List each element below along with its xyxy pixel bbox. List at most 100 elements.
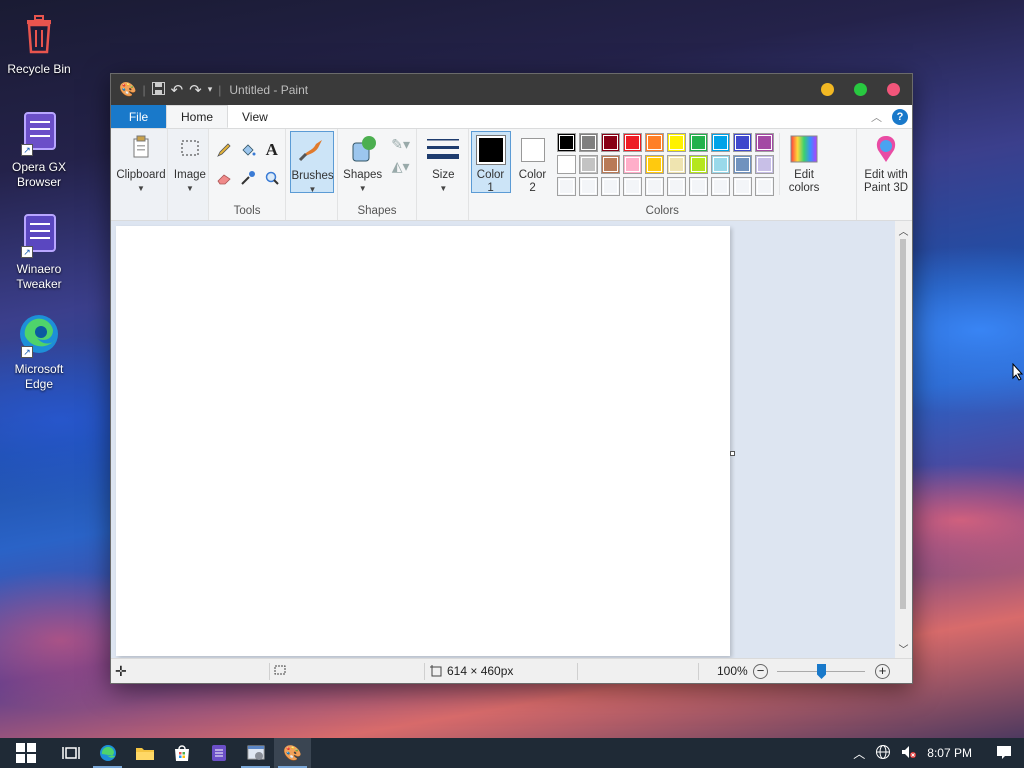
palette-swatch[interactable] [600,177,620,196]
palette-swatch[interactable] [666,155,686,174]
tab-file[interactable]: File [111,105,166,128]
volume-muted-icon[interactable] [901,744,917,763]
palette-swatch[interactable] [644,133,664,152]
zoom-slider-thumb[interactable] [817,664,826,679]
color1-button[interactable]: Color 1 [470,131,511,194]
paint-app-icon[interactable]: 🎨 [119,81,136,98]
color2-button[interactable]: Color 2 [513,133,553,195]
taskbar-settings-app[interactable] [237,738,274,768]
taskbar-notepad-app[interactable] [200,738,237,768]
palette-swatch[interactable] [688,155,708,174]
ribbon: Clipboard ▼ Image ▼ A Tools Brushes ▼ Sh… [111,129,912,221]
clipboard-button[interactable]: Clipboard ▼ [115,133,167,195]
scroll-up-icon[interactable]: ︿ [895,223,912,238]
color-picker-icon[interactable] [239,169,257,187]
help-icon[interactable]: ? [892,108,908,125]
taskbar-paint[interactable]: 🎨 [274,738,311,768]
image-group: Image ▼ [167,129,210,220]
palette-swatch[interactable] [600,155,620,174]
window-title: Untitled - Paint [229,82,309,97]
start-button[interactable] [0,738,52,768]
desktop-icon-recycle-bin[interactable]: Recycle Bin [4,10,74,77]
palette-swatch[interactable] [710,133,730,152]
tab-home[interactable]: Home [166,105,229,128]
redo-icon[interactable]: ↷ [189,81,202,99]
minimize-button[interactable] [821,83,834,96]
palette-swatch[interactable] [622,155,642,174]
desktop-icon-winaero[interactable]: ↗ Winaero Tweaker [4,210,74,292]
close-button[interactable] [887,83,900,96]
palette-swatch[interactable] [644,155,664,174]
scroll-down-icon[interactable]: ﹀ [895,641,912,656]
palette-swatch[interactable] [600,133,620,152]
palette-swatch[interactable] [578,155,598,174]
pencil-icon[interactable] [215,141,233,159]
text-tool-icon[interactable]: A [263,141,281,159]
windows-icon [16,743,36,763]
chevron-up-icon[interactable]: ︿ [853,745,865,762]
palette-swatch[interactable] [556,155,576,174]
zoom-in-icon[interactable]: + [875,663,890,679]
palette-swatch[interactable] [710,155,730,174]
palette-swatch[interactable] [622,133,642,152]
palette-swatch[interactable] [666,133,686,152]
palette-swatch[interactable] [732,177,752,196]
palette-swatch[interactable] [644,177,664,196]
palette-swatch[interactable] [732,133,752,152]
scrollbar-thumb[interactable] [900,239,906,609]
magnifier-icon[interactable] [263,169,281,187]
shapes-button[interactable]: Shapes ▼ [342,133,384,195]
eraser-icon[interactable] [215,169,233,187]
canvas-resize-handle-right[interactable] [730,451,735,456]
palette-swatch[interactable] [732,155,752,174]
clock[interactable]: 8:07 PM [927,746,972,760]
undo-icon[interactable]: ↶ [171,81,184,99]
palette-swatch[interactable] [666,177,686,196]
brushes-button[interactable]: Brushes ▼ [290,131,335,194]
desktop-icon-edge[interactable]: ↗ Microsoft Edge [4,310,74,392]
image-button[interactable]: Image ▼ [170,133,210,195]
notifications-icon[interactable] [996,744,1012,763]
palette-swatch[interactable] [578,177,598,196]
outline-icon[interactable]: ✎▾ [388,135,414,153]
selection-size-icon [273,663,287,680]
select-icon [174,133,206,165]
taskbar-store[interactable] [163,738,200,768]
edit-colors-button[interactable]: Edit colors [778,133,827,195]
network-icon[interactable] [875,744,891,763]
desktop-icon-opera-gx[interactable]: ↗ Opera GX Browser [4,108,74,190]
tab-view[interactable]: View [228,105,282,128]
colors-group-label: Colors [645,205,679,217]
fill-bucket-icon[interactable] [239,141,257,159]
palette-swatch[interactable] [754,177,774,196]
taskbar-edge[interactable] [89,738,126,768]
palette-swatch[interactable] [754,133,774,152]
taskbar-file-explorer[interactable] [126,738,163,768]
chevron-down-icon: ▼ [439,184,448,193]
edit-with-paint3d-button[interactable]: Edit with Paint 3D [857,133,915,195]
palette-swatch[interactable] [622,177,642,196]
palette-swatch[interactable] [578,133,598,152]
fill-icon[interactable]: ◭▾ [388,157,414,175]
recycle-bin-icon [15,10,63,58]
size-button[interactable]: Size ▼ [423,133,463,195]
drawing-canvas[interactable] [116,226,730,656]
palette-swatch[interactable] [688,177,708,196]
collapse-ribbon-icon[interactable]: ︿ [871,109,882,125]
customize-toolbar-icon[interactable]: ▾ [208,84,213,95]
save-icon[interactable] [151,81,165,98]
title-bar[interactable]: 🎨 | ↶ ↷ ▾ | Untitled - Paint [111,74,912,105]
color-palette [556,133,781,199]
palette-swatch[interactable] [556,133,576,152]
maximize-button[interactable] [854,83,867,96]
shortcut-arrow-icon: ↗ [21,346,33,358]
task-view-button[interactable] [52,738,89,768]
palette-swatch[interactable] [754,155,774,174]
palette-swatch[interactable] [688,133,708,152]
zoom-out-icon[interactable]: − [753,663,768,679]
notepad-style-icon [211,745,226,761]
status-bar: ✛ 614 × 460px 100% − + [111,658,912,683]
palette-swatch[interactable] [556,177,576,196]
vertical-scrollbar[interactable]: ︿ ﹀ [895,221,912,658]
palette-swatch[interactable] [710,177,730,196]
